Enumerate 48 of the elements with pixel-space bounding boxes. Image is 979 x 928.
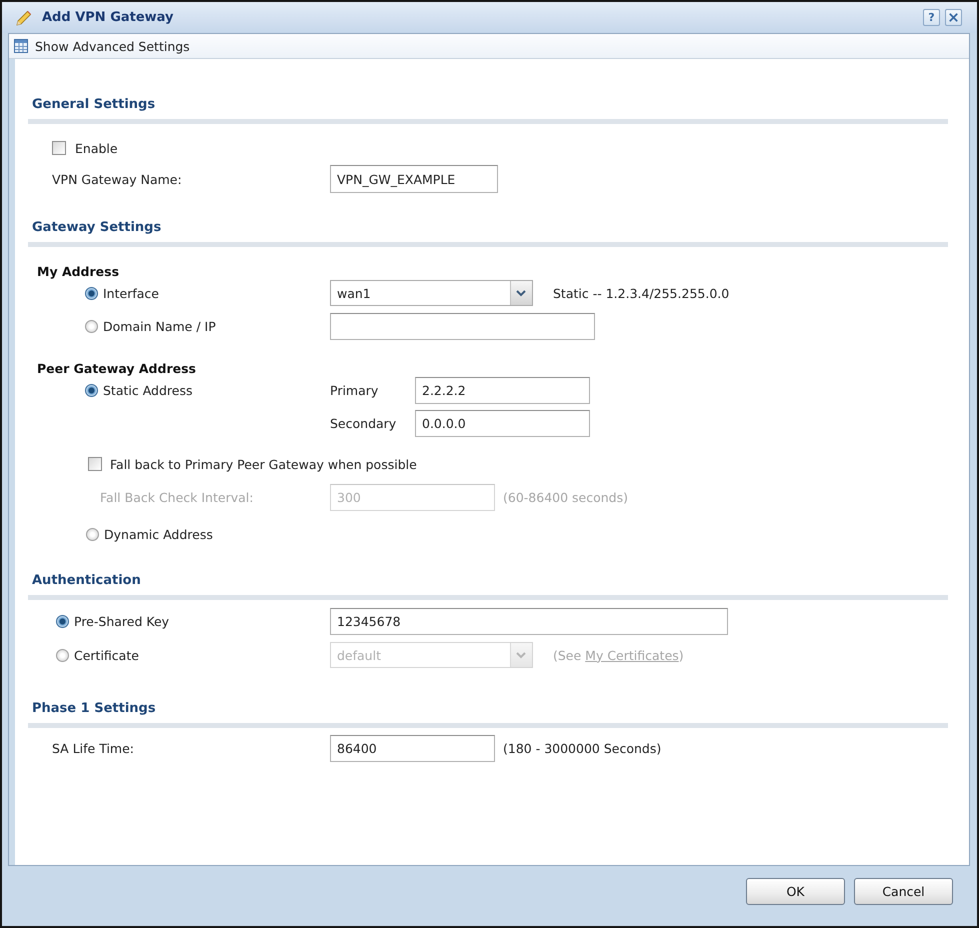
group-heading: Peer Gateway Address: [37, 361, 196, 376]
show-advanced-settings-button[interactable]: Show Advanced Settings: [14, 38, 190, 54]
text-field[interactable]: VPN_GW_EXAMPLE: [330, 165, 498, 193]
radio-button[interactable]: [85, 320, 98, 332]
section-title: Authentication: [32, 572, 141, 590]
dropdown-select[interactable]: wan1: [330, 280, 533, 306]
radio-button[interactable]: [56, 614, 69, 628]
window-title: Add VPN Gateway: [42, 10, 174, 25]
text-field[interactable]: [330, 312, 595, 340]
option-label: Domain Name / IP: [103, 318, 216, 334]
close-button[interactable]: [945, 9, 962, 26]
field-label: Primary: [330, 383, 380, 398]
section-title: Phase 1 Settings: [32, 700, 156, 718]
dialog-button[interactable]: Cancel: [854, 878, 953, 905]
text-field[interactable]: 2.2.2.2: [415, 377, 590, 404]
section-title: Gateway Settings: [32, 219, 162, 237]
chevron-down-icon: [510, 281, 532, 305]
address-note: Static -- 1.2.3.4/255.255.0.0: [553, 286, 730, 300]
option-label: Pre-Shared Key: [74, 614, 170, 628]
close-icon: [949, 13, 958, 22]
group-heading: My Address: [37, 264, 120, 278]
text-field[interactable]: 86400: [330, 734, 495, 762]
field-label: VPN Gateway Name:: [52, 172, 182, 186]
field-label: Fall Back Check Interval:: [100, 490, 254, 504]
option-label: Interface: [103, 286, 159, 300]
table-icon: [14, 39, 28, 53]
range-hint: (60-86400 seconds): [503, 490, 628, 504]
field-label: Secondary: [330, 416, 398, 431]
option-label: Dynamic Address: [104, 526, 213, 542]
chevron-down-icon: [510, 643, 532, 667]
pencil-icon: [16, 10, 32, 26]
help-button[interactable]: ?: [923, 9, 940, 26]
range-hint: (180 - 3000000 Seconds): [503, 740, 662, 756]
dialog-button[interactable]: OK: [746, 878, 845, 905]
checkbox-label: Enable: [75, 140, 118, 156]
text-field[interactable]: 12345678: [330, 608, 728, 634]
checkbox[interactable]: [88, 457, 102, 471]
section-title: General Settings: [32, 96, 156, 114]
radio-button[interactable]: [85, 384, 98, 397]
radio-button[interactable]: [86, 528, 99, 540]
text-field[interactable]: 0.0.0.0: [415, 410, 590, 437]
checkbox-label: Fall back to Primary Peer Gateway when possible: [110, 456, 417, 472]
certificates-note: (See My Certificates): [553, 648, 684, 662]
option-label: Certificate: [74, 648, 139, 662]
field-label: SA Life Time:: [52, 740, 134, 756]
radio-button[interactable]: [85, 286, 98, 300]
option-label: Static Address: [103, 383, 192, 398]
checkbox[interactable]: [52, 141, 66, 155]
